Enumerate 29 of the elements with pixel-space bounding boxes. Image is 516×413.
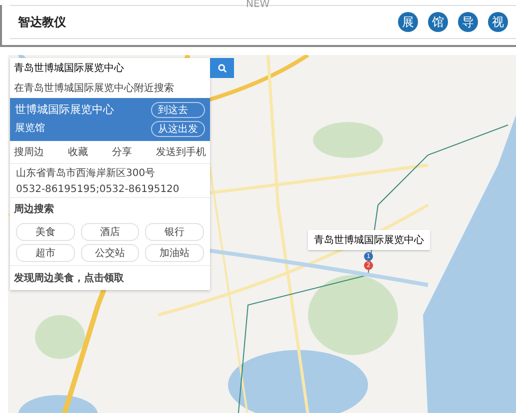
search-button[interactable] (210, 58, 234, 78)
phone-text: 0532-86195195;0532-86195120 (15, 183, 180, 197)
map-popup: 青岛世博城国际展览中心 (308, 230, 430, 250)
search-icon (218, 64, 226, 72)
category-button[interactable]: 酒店 (80, 223, 140, 241)
category-button[interactable]: 加油站 (145, 244, 204, 262)
nav-badge[interactable]: 展 (398, 12, 418, 32)
nav-badge[interactable]: 导 (458, 12, 478, 32)
section-title: 周边搜索 (10, 197, 210, 220)
action-link[interactable]: 搜周边 (14, 145, 44, 159)
category-button[interactable]: 美食 (16, 223, 75, 241)
nearby-link[interactable]: 在青岛世博城国际展览中心附近搜索 (10, 78, 210, 98)
search-field[interactable]: 青岛世博城国际展览中心 (10, 58, 210, 78)
place-category: 展览馆 (15, 122, 46, 135)
brand-name: 智达教仪 (18, 14, 66, 30)
category-button[interactable]: 超市 (16, 244, 75, 262)
route-button[interactable]: 到这去 (151, 102, 205, 118)
header-label: NEW (246, 0, 270, 10)
promo-link[interactable]: 发现周边美食，点击领取 (10, 265, 210, 290)
nav-badge[interactable]: 视 (488, 12, 508, 32)
place-name: 世博城国际展览中心 (15, 102, 114, 117)
category-button[interactable]: 银行 (145, 223, 204, 241)
nav-badge[interactable]: 馆 (428, 12, 448, 32)
route-button[interactable]: 从这出发 (151, 121, 205, 137)
category-button[interactable]: 公交站 (80, 244, 140, 262)
action-link[interactable]: 发送到手机 (156, 145, 206, 159)
action-link[interactable]: 收藏 (68, 145, 88, 159)
address-text: 山东省青岛市西海岸新区300号 (15, 166, 156, 181)
action-link[interactable]: 分享 (112, 145, 132, 159)
